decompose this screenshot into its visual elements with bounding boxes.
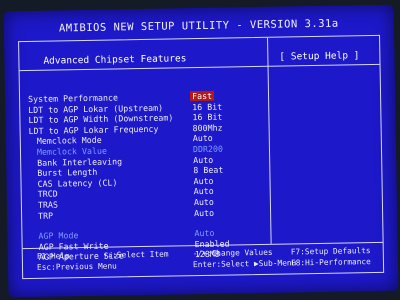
main-frame: Advanced Chipset Features [ Setup Help ]… [18,34,385,280]
key-select-submenu: Enter:Select ▶Sub-Menu [192,258,297,270]
key-select-item: ↑↓:Select Item [102,249,169,260]
setting-value[interactable]: Auto [194,197,214,207]
setting-value[interactable]: 16 Bit [192,112,222,123]
setting-label: CAS Latency (CL) [37,177,118,189]
setting-label: TRCD [37,188,58,200]
setting-label: Burst Length [37,166,98,179]
key-setup-defaults: F7:Setup Defaults [290,246,371,257]
setting-label: Memclock Mode [36,135,102,147]
setting-value[interactable]: Auto [194,207,214,217]
key-hi-performance: F8:Hi-Performance [290,257,371,268]
setting-label: Memclock Value [36,145,108,157]
setting-value: Auto [194,227,215,239]
setting-label: TRAS [37,199,58,210]
setting-value[interactable]: 800Mhz [193,122,223,133]
section-title: Advanced Chipset Features [43,53,187,67]
setting-value[interactable]: Auto [193,176,213,186]
settings-list: System Performance LDT to AGP Lokar (Ups… [28,90,281,263]
key-help: F1:Help [36,251,70,261]
setting-value[interactable]: Enabled [195,238,230,249]
setting-value: DDR200 [192,143,224,155]
bios-title: AMIBIOS NEW SETUP UTILITY - VERSION 3.31… [58,17,339,35]
setup-help-title: [ Setup Help ] [279,50,360,63]
setting-value[interactable]: Auto [193,133,213,143]
setting-label: TRP [38,210,54,221]
setting-value[interactable]: Auto [193,154,213,164]
setting-value[interactable]: Auto [194,186,214,196]
setting-value[interactable]: 16 Bit [192,101,222,112]
setting-label: Bank Interleaving [37,155,123,168]
setting-value[interactable]: 8 Beat [193,165,223,176]
key-change-values: -/+:Change Values [192,247,273,259]
bios-screen: AMIBIOS NEW SETUP UTILITY - VERSION 3.31… [3,4,399,298]
setting-label: AGP Mode [38,230,79,241]
key-previous-menu: Esc:Previous Menu [36,261,117,272]
